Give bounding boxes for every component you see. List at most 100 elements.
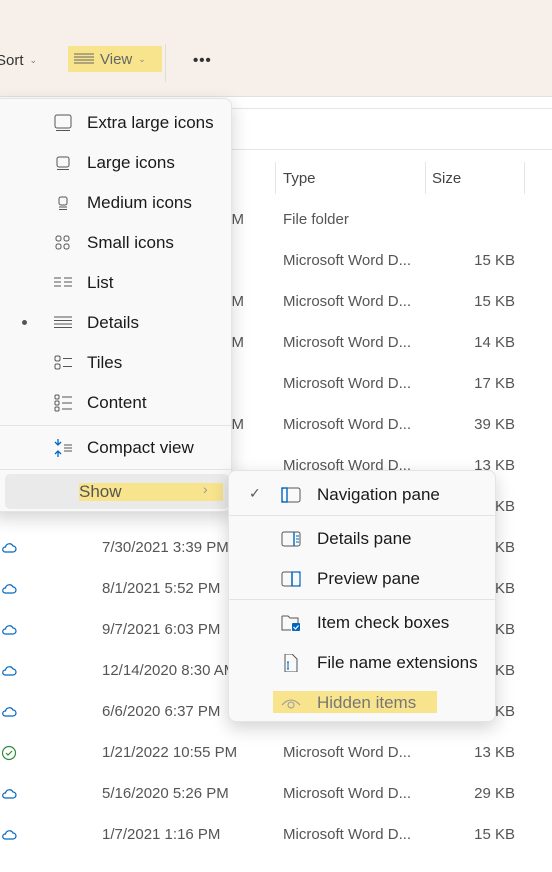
- date-modified: 12/14/2020 8:30 AM: [102, 662, 237, 679]
- date-modified: 7/30/2021 3:39 PM: [102, 539, 229, 556]
- menu-item-label: Tiles: [87, 353, 123, 372]
- details-icon: [54, 316, 72, 328]
- menu-item-small-icons[interactable]: Small icons: [0, 225, 231, 261]
- file-extension-icon: [284, 654, 298, 672]
- file-size: 13 KB: [474, 744, 515, 761]
- menu-item-label: Details pane: [317, 529, 412, 548]
- menu-item-file-name-extensions[interactable]: File name extensions: [229, 645, 495, 681]
- chevron-down-icon: ⌄: [29, 55, 38, 65]
- file-type: Microsoft Word D...: [283, 375, 412, 392]
- menu-item-hidden-items[interactable]: Hidden items: [229, 685, 495, 721]
- date-modified: M: [231, 211, 245, 228]
- preview-pane-icon: [281, 571, 301, 587]
- file-type: Microsoft Word D...: [283, 293, 412, 310]
- date-modified: M: [231, 416, 245, 433]
- menu-separator: [229, 599, 495, 600]
- table-row[interactable]: 1/7/2021 1:16 PM Microsoft Word D... 15 KB: [0, 815, 552, 856]
- menu-item-label: Large icons: [87, 153, 175, 172]
- menu-item-label: Small icons: [87, 233, 174, 252]
- selected-bullet-icon: [22, 320, 27, 325]
- synced-check-icon: [1, 745, 17, 761]
- tiles-icon: [54, 355, 72, 370]
- cloud-icon: [2, 666, 17, 676]
- menu-item-large-icons[interactable]: Large icons: [0, 145, 231, 181]
- menu-item-details[interactable]: Details: [0, 305, 231, 341]
- file-size: 15 KB: [474, 252, 515, 269]
- menu-item-label: Medium icons: [87, 193, 192, 212]
- view-button[interactable]: View ⌄: [68, 46, 162, 72]
- date-modified: 6/6/2020 6:37 PM: [102, 703, 221, 720]
- date-modified: 1/21/2022 10:55 PM: [102, 744, 238, 761]
- details-pane-icon: [281, 531, 301, 547]
- view-label: View: [100, 50, 133, 68]
- table-row[interactable]: 1/21/2022 10:55 PM Microsoft Word D... 13 …: [0, 733, 552, 774]
- date-modified: M: [231, 293, 245, 310]
- menu-item-label: Hidden items: [317, 693, 417, 712]
- navigation-pane-icon: [281, 487, 301, 503]
- menu-item-preview-pane[interactable]: Preview pane: [229, 561, 495, 597]
- content-icon: [54, 394, 72, 412]
- menu-item-label: Show: [79, 482, 122, 501]
- column-divider[interactable]: [524, 162, 525, 194]
- file-size: 15 KB: [474, 293, 515, 310]
- file-type: File folder: [283, 211, 349, 228]
- cloud-icon: [2, 830, 17, 840]
- menu-item-label: Extra large icons: [87, 113, 214, 132]
- cloud-icon: [2, 584, 17, 594]
- cloud-icon: [2, 789, 17, 799]
- divider: [165, 44, 166, 82]
- more-button[interactable]: •••: [193, 52, 212, 69]
- menu-item-label: File name extensions: [317, 653, 478, 672]
- show-submenu: ✓ Navigation pane Details pane Preview p…: [228, 470, 496, 722]
- menu-item-label: Details: [87, 313, 139, 332]
- file-type: Microsoft Word D...: [283, 416, 412, 433]
- menu-item-navigation-pane[interactable]: ✓ Navigation pane: [229, 477, 495, 513]
- column-header-type[interactable]: Type: [283, 170, 316, 187]
- sort-button[interactable]: Sort ⌄: [0, 52, 37, 69]
- file-size: KB: [494, 498, 515, 515]
- menu-separator: [0, 469, 231, 470]
- file-size: KB: [494, 580, 515, 597]
- cloud-icon: [2, 543, 17, 553]
- file-type: Microsoft Word D...: [283, 785, 412, 802]
- file-size: KB: [494, 703, 515, 720]
- view-menu: Extra large icons Large icons Medium icons…: [0, 98, 232, 512]
- date-modified: M: [231, 334, 245, 351]
- item-checkbox-icon: [281, 615, 300, 631]
- small-icons-icon: [55, 235, 70, 250]
- menu-item-details-pane[interactable]: Details pane: [229, 521, 495, 557]
- menu-item-extra-large-icons[interactable]: Extra large icons: [0, 105, 231, 141]
- menu-item-tiles[interactable]: Tiles: [0, 345, 231, 381]
- file-size: 39 KB: [474, 416, 515, 433]
- sort-label: Sort: [0, 52, 24, 69]
- column-header-size[interactable]: Size: [432, 170, 461, 187]
- file-size: KB: [494, 539, 515, 556]
- column-divider[interactable]: [275, 162, 276, 194]
- medium-icons-icon: [58, 196, 68, 210]
- date-modified: 8/1/2021 5:52 PM: [102, 580, 221, 597]
- menu-item-label: Navigation pane: [317, 485, 440, 504]
- menu-item-label: Preview pane: [317, 569, 421, 588]
- menu-item-label: Content: [87, 393, 147, 412]
- file-size: 29 KB: [474, 785, 515, 802]
- column-divider[interactable]: [425, 162, 426, 194]
- details-icon: [74, 53, 94, 64]
- menu-item-item-check-boxes[interactable]: Item check boxes: [229, 605, 495, 641]
- menu-item-show[interactable]: Show ›: [5, 474, 229, 509]
- menu-item-list[interactable]: List: [0, 265, 231, 301]
- menu-item-content[interactable]: Content: [0, 385, 231, 421]
- file-size: 17 KB: [474, 375, 515, 392]
- file-type: Microsoft Word D...: [283, 826, 412, 843]
- chevron-down-icon: ⌄: [138, 53, 146, 64]
- date-modified: 5/16/2020 5:26 PM: [102, 785, 229, 802]
- checkmark-icon: ✓: [249, 485, 261, 501]
- file-size: 15 KB: [474, 826, 515, 843]
- table-row[interactable]: 5/16/2020 5:26 PM Microsoft Word D... 29 K…: [0, 774, 552, 815]
- menu-item-label: List: [87, 273, 114, 292]
- menu-separator: [0, 425, 231, 426]
- menu-item-medium-icons[interactable]: Medium icons: [0, 185, 231, 221]
- command-bar: Sort ⌄ View ⌄ •••: [0, 0, 552, 97]
- date-modified: 9/7/2021 6:03 PM: [102, 621, 221, 638]
- menu-item-compact-view[interactable]: Compact view: [0, 430, 231, 466]
- list-icon: [54, 277, 72, 287]
